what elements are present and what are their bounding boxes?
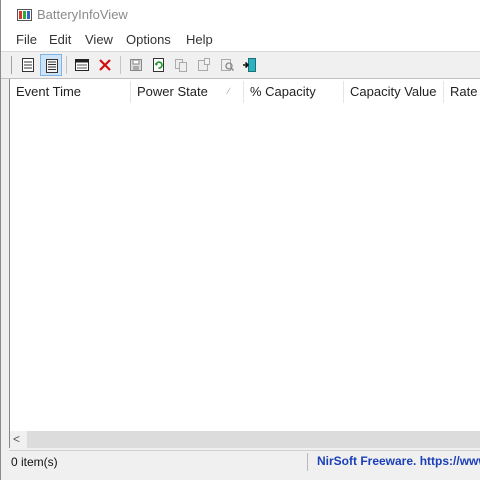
nirsoft-link[interactable]: NirSoft Freeware. https://www [317, 454, 480, 468]
copy-button[interactable] [170, 54, 192, 76]
delete-icon [99, 59, 111, 71]
battery-log-icon [46, 59, 58, 73]
clipboard-icon [198, 58, 210, 71]
column-percent-capacity[interactable]: % Capacity [244, 79, 343, 105]
column-event-time[interactable]: Event Time [10, 79, 130, 105]
scroll-left-icon[interactable]: < [13, 432, 20, 446]
column-capacity-value[interactable]: Capacity Value [344, 79, 443, 105]
toolbar-separator [120, 56, 121, 74]
refresh-icon [153, 58, 164, 72]
copy-icon [175, 59, 187, 72]
menu-edit[interactable]: Edit [49, 32, 71, 47]
html-report-button[interactable] [71, 54, 93, 76]
title-bar[interactable]: BatteryInfoView [1, 0, 480, 30]
find-button[interactable] [216, 54, 238, 76]
column-rate[interactable]: Rate [444, 79, 480, 105]
menu-bar: File Edit View Options Help [1, 30, 480, 52]
app-icon [17, 9, 32, 21]
exit-icon [243, 58, 256, 72]
status-separator [307, 453, 308, 471]
menu-view[interactable]: View [85, 32, 113, 47]
html-report-icon [75, 59, 89, 71]
item-count: 0 item(s) [11, 455, 58, 469]
clipboard-button[interactable] [193, 54, 215, 76]
column-power-state[interactable]: Power State [131, 79, 243, 105]
toolbar [1, 52, 480, 79]
battery-events-list[interactable]: Event Time Power State ∕ % Capacity Capa… [9, 79, 480, 448]
list-header: Event Time Power State ∕ % Capacity Capa… [10, 79, 480, 105]
sort-indicator-icon: ∕ [228, 86, 230, 96]
scrollbar-track[interactable] [27, 431, 480, 448]
menu-options[interactable]: Options [126, 32, 171, 47]
toolbar-separator [66, 56, 67, 74]
app-window: BatteryInfoView File Edit View Options H… [0, 0, 480, 480]
refresh-button[interactable] [147, 54, 169, 76]
battery-log-button[interactable] [40, 54, 62, 76]
delete-button[interactable] [94, 54, 116, 76]
status-bar: 0 item(s) NirSoft Freeware. https://www [9, 450, 480, 473]
save-icon [130, 59, 142, 71]
horizontal-scrollbar[interactable]: < [10, 431, 480, 448]
menu-file[interactable]: File [16, 32, 37, 47]
properties-button[interactable] [17, 54, 39, 76]
save-button[interactable] [125, 54, 147, 76]
find-icon [221, 59, 235, 72]
toolbar-grip[interactable] [11, 56, 12, 74]
exit-button[interactable] [239, 54, 261, 76]
menu-help[interactable]: Help [186, 32, 213, 47]
window-title: BatteryInfoView [37, 7, 128, 22]
properties-icon [22, 58, 34, 72]
